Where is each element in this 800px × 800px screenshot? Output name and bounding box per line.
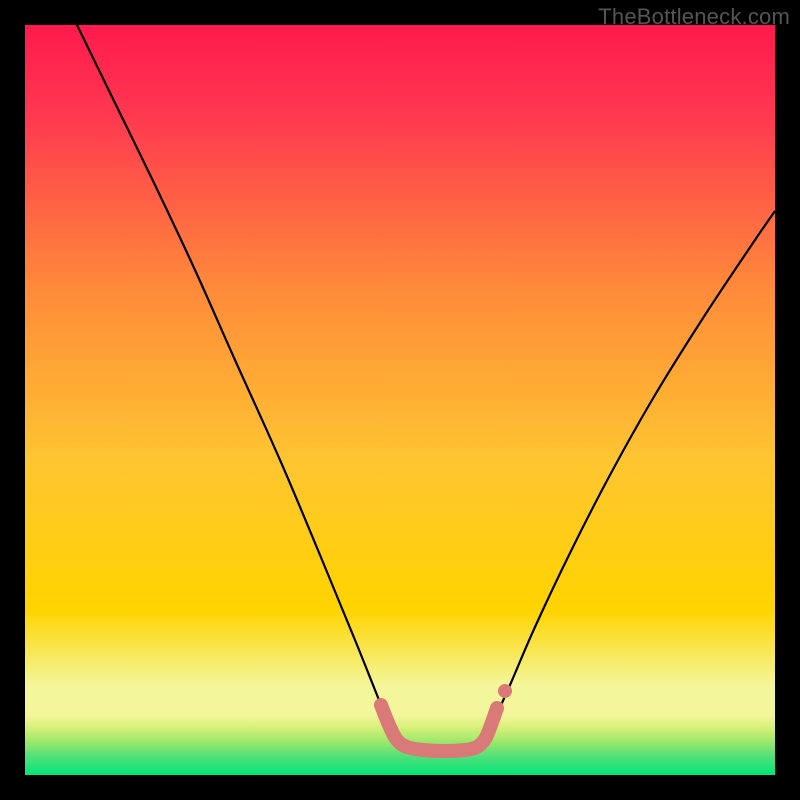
chart-canvas — [25, 25, 775, 775]
plot-area — [25, 25, 775, 775]
marker-dot — [498, 684, 512, 698]
gradient-background — [25, 25, 775, 775]
chart-frame: TheBottleneck.com — [0, 0, 800, 800]
watermark-text: TheBottleneck.com — [598, 4, 790, 30]
